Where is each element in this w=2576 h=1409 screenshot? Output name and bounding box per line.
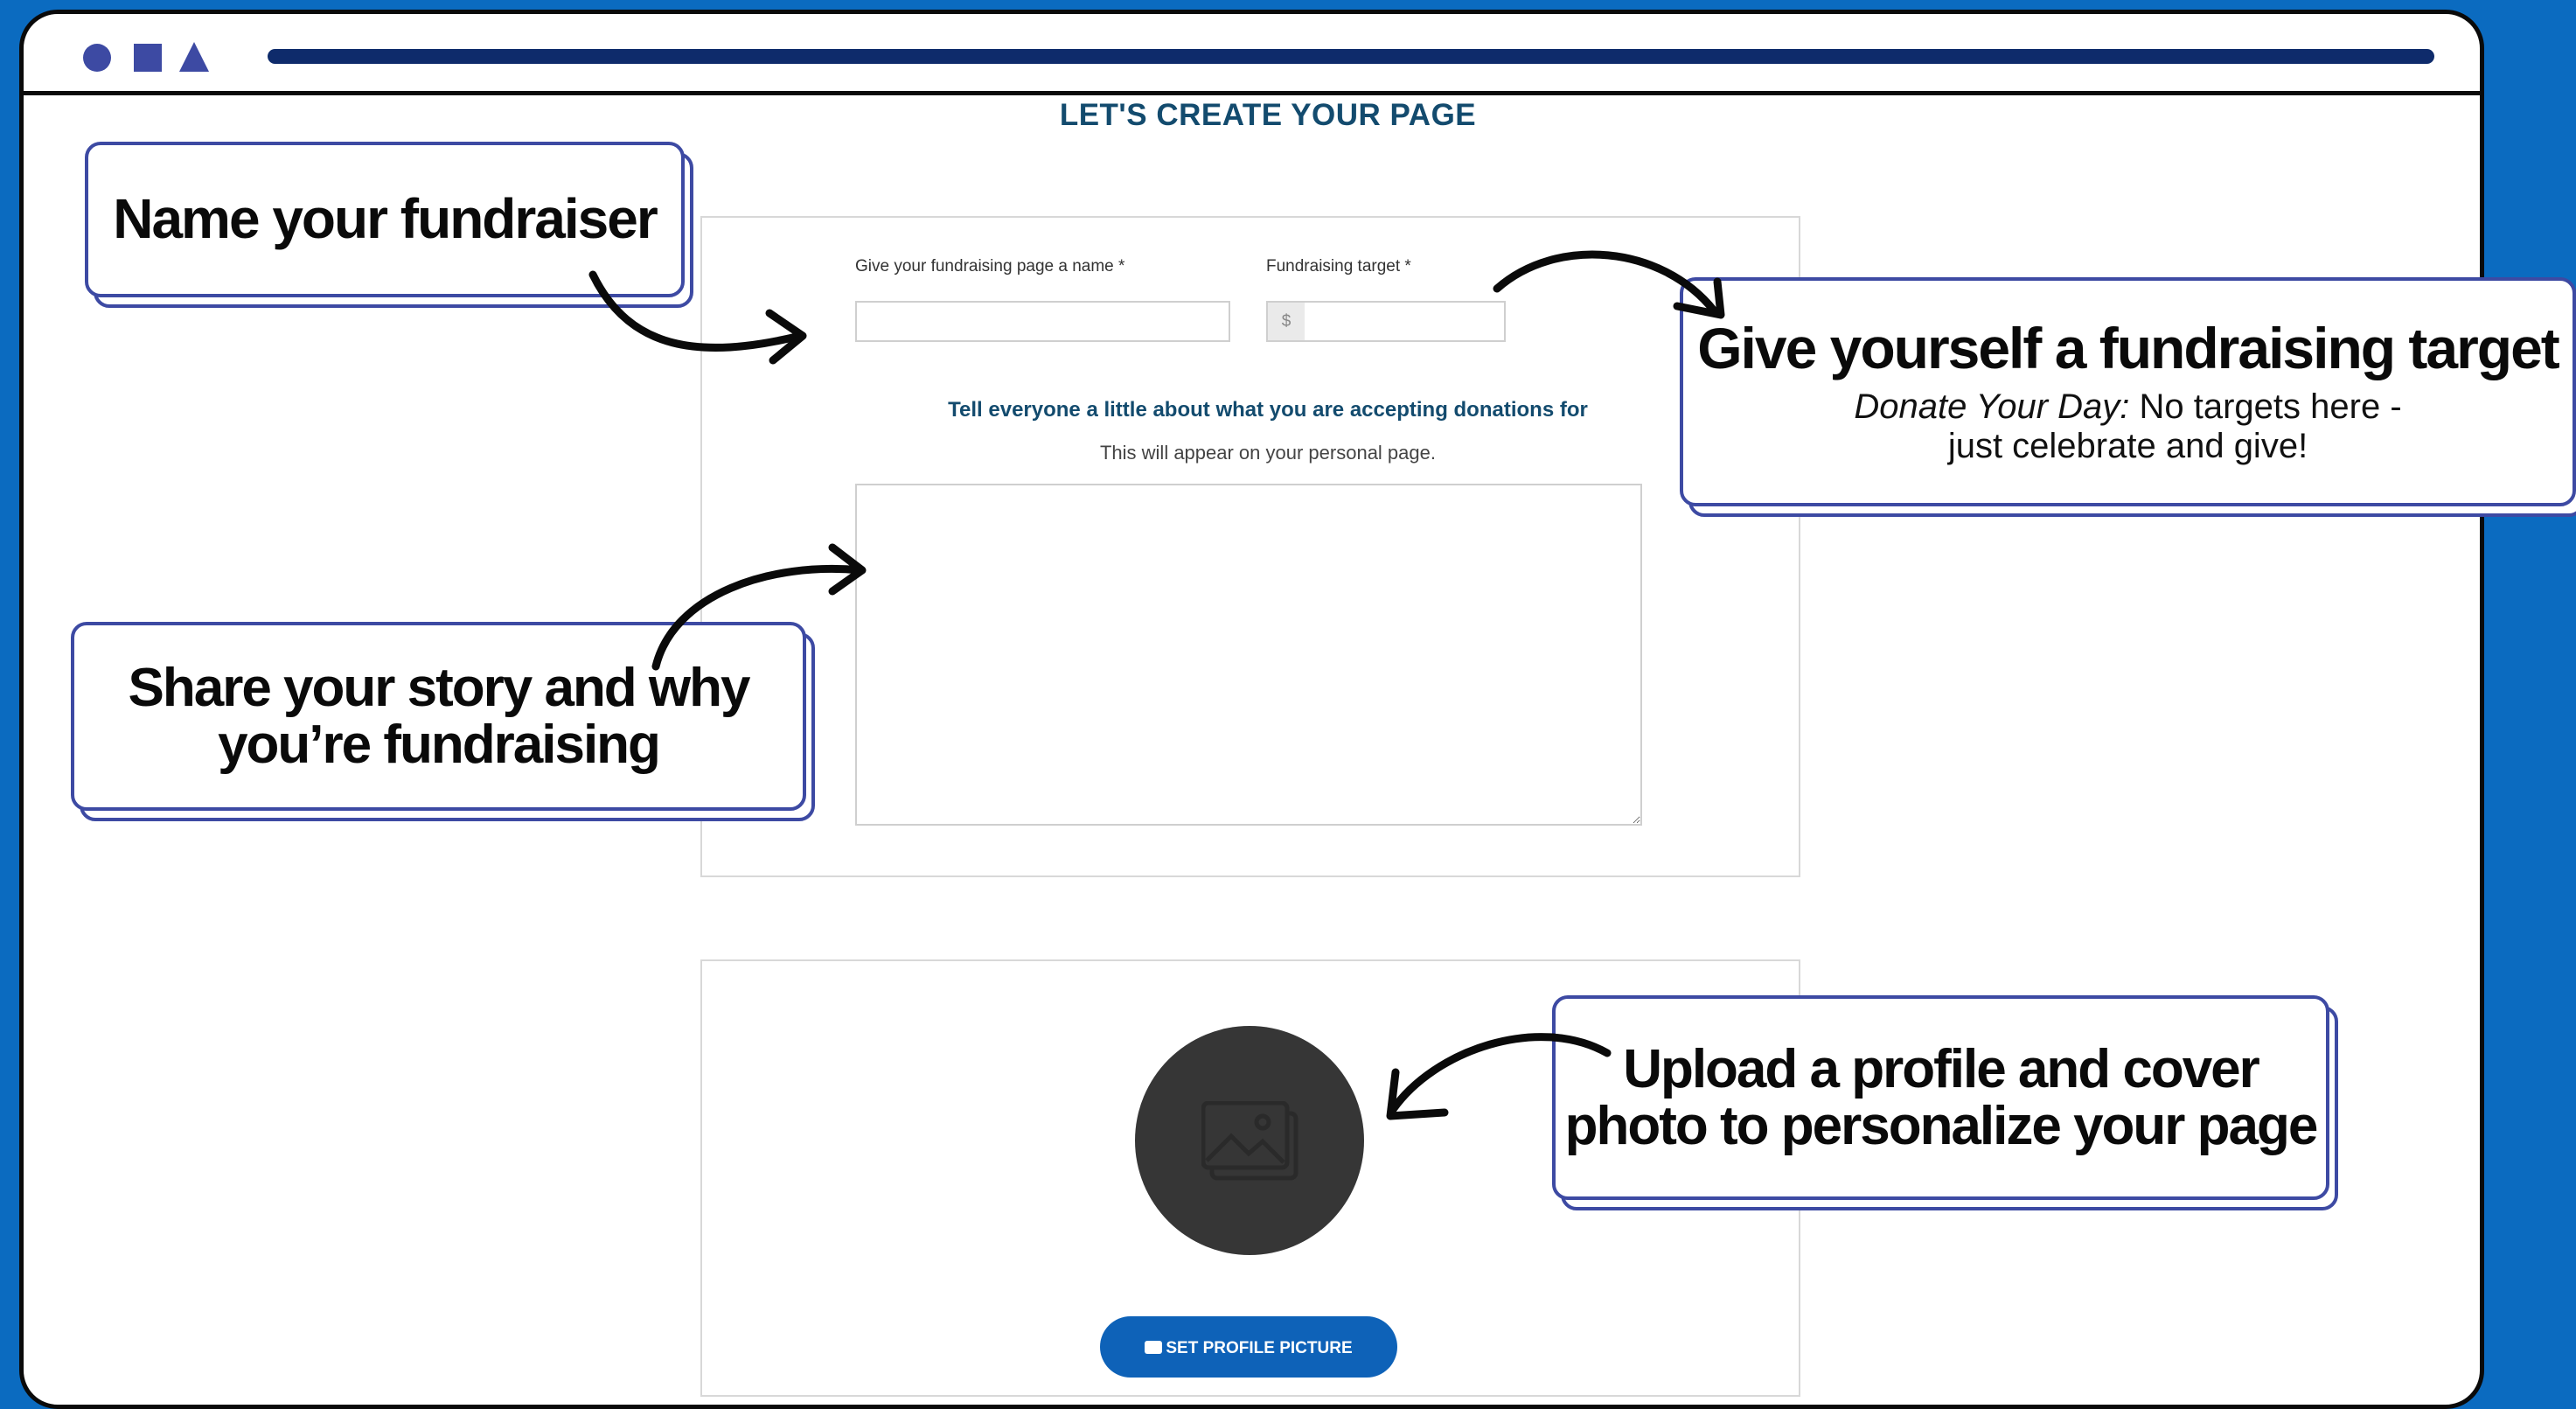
callout-arrows — [588, 250, 1725, 1120]
arrow-to-story-textarea — [651, 564, 865, 671]
arrow-to-target-input — [1493, 250, 1718, 315]
arrow-to-avatar — [1388, 1033, 1612, 1115]
